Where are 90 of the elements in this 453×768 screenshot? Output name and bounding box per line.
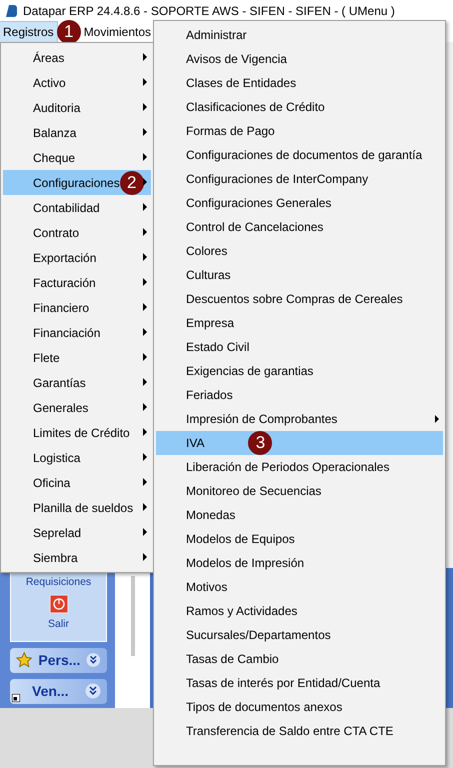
menu-item[interactable]: Exportación: [3, 245, 151, 270]
submenu-arrow-icon: [143, 178, 147, 186]
panel-title: Ven...: [32, 682, 70, 701]
menu-item[interactable]: Culturas: [156, 263, 443, 287]
menu-item[interactable]: Oficina: [3, 470, 151, 495]
power-icon[interactable]: [50, 594, 68, 613]
menu-item[interactable]: Control de Cancelaciones: [156, 215, 443, 239]
menu-item[interactable]: Feriados: [156, 383, 443, 407]
menu-item[interactable]: Modelos de Equipos: [156, 527, 443, 551]
menu-item[interactable]: Modelos de Impresión: [156, 551, 443, 575]
menu-item[interactable]: Monitoreo de Secuencias: [156, 479, 443, 503]
menu-item[interactable]: Seprelad: [3, 520, 151, 545]
menu-item[interactable]: Transferencia de Saldo entre CTA CTE: [156, 719, 443, 743]
submenu-arrow-icon: [143, 353, 147, 361]
menu-item[interactable]: Motivos: [156, 575, 443, 599]
menu-item[interactable]: Planilla de sueldos: [3, 495, 151, 520]
submenu-arrow-icon: [143, 428, 147, 436]
submenu-arrow-icon: [143, 553, 147, 561]
menu-item[interactable]: Exigencias de garantias: [156, 359, 443, 383]
menu-item[interactable]: Tasas de Cambio: [156, 647, 443, 671]
submenu-arrow-icon: [143, 103, 147, 111]
submenu-arrow-icon: [143, 128, 147, 136]
menu-item[interactable]: Financiero: [3, 295, 151, 320]
restore-icon[interactable]: [12, 694, 20, 702]
menu-item[interactable]: Liberación de Periodos Operacionales: [156, 455, 443, 479]
submenu-arrow-icon: [143, 378, 147, 386]
menu-item[interactable]: Descuentos sobre Compras de Cereales: [156, 287, 443, 311]
menu-item[interactable]: Flete: [3, 345, 151, 370]
submenu-arrow-icon: [143, 228, 147, 236]
shortcut-link[interactable]: Salir: [48, 616, 69, 632]
menu-item[interactable]: Áreas: [3, 45, 151, 70]
menu-item[interactable]: Tasas de interés por Entidad/Cuenta: [156, 671, 443, 695]
menu-item[interactable]: Clases de Entidades: [156, 71, 443, 95]
panel-header[interactable]: Pers...: [10, 648, 107, 673]
menu-item[interactable]: Monedas: [156, 503, 443, 527]
submenu-arrow-icon: [143, 453, 147, 461]
menu-item[interactable]: Configuraciones Generales: [156, 191, 443, 215]
step-number-badge: 2: [120, 170, 144, 194]
menu-item[interactable]: Administrar: [156, 23, 443, 47]
submenu-arrow-icon: [143, 253, 147, 261]
submenu-arrow-icon: [143, 528, 147, 536]
menu-item[interactable]: Auditoria: [3, 95, 151, 120]
menu-item[interactable]: Colores: [156, 239, 443, 263]
menu-item[interactable]: Siembra: [3, 545, 151, 570]
panel-title: Pers...: [38, 650, 80, 670]
menu-item[interactable]: Financiación: [3, 320, 151, 345]
menu-item[interactable]: Configuraciones 2: [3, 170, 151, 195]
menu-bar-item[interactable]: Movimientos: [80, 22, 154, 42]
menu-item[interactable]: Formas de Pago: [156, 119, 443, 143]
submenu-arrow-icon: [143, 328, 147, 336]
menu-item[interactable]: Estado Civil: [156, 335, 443, 359]
menu-item[interactable]: Clasificaciones de Crédito: [156, 95, 443, 119]
submenu-arrow-icon: [143, 78, 147, 86]
submenu-arrow-icon: [143, 478, 147, 486]
menu-item[interactable]: Activo: [3, 70, 151, 95]
submenu-arrow-icon: [435, 415, 439, 423]
submenu-arrow-icon: [143, 53, 147, 61]
submenu-arrow-icon: [143, 303, 147, 311]
submenu-arrow-icon: [143, 153, 147, 161]
submenu-arrow-icon: [143, 403, 147, 411]
app-logo: [6, 5, 17, 17]
menu-item[interactable]: Limites de Crédito: [3, 420, 151, 445]
menu-item[interactable]: Balanza: [3, 120, 151, 145]
menu-item[interactable]: IVA 3: [156, 431, 443, 455]
menu-item[interactable]: Facturación: [3, 270, 151, 295]
expand-chevron-icon[interactable]: [85, 683, 101, 700]
shortcut-link[interactable]: Requisiciones: [26, 575, 92, 591]
menu-item[interactable]: Configuraciones de documentos de garantía: [156, 143, 443, 167]
menu-item[interactable]: Avisos de Vigencia: [156, 47, 443, 71]
submenu-arrow-icon: [143, 503, 147, 511]
menu-item[interactable]: Ramos y Actividades: [156, 599, 443, 623]
menu-item[interactable]: Cheque: [3, 145, 151, 170]
expand-chevron-icon[interactable]: [86, 652, 101, 668]
menu-item[interactable]: Logistica: [3, 445, 151, 470]
menu-item[interactable]: Configuraciones de InterCompany: [156, 167, 443, 191]
menu-item[interactable]: Impresión de Comprobantes: [156, 407, 443, 431]
menu-item[interactable]: Contabilidad: [3, 195, 151, 220]
submenu-arrow-icon: [143, 278, 147, 286]
panel-header[interactable]: Ven...: [10, 678, 107, 704]
menu-item[interactable]: Garantías: [3, 370, 151, 395]
star-icon: [16, 651, 32, 670]
menu-item[interactable]: Generales: [3, 395, 151, 420]
window-title: Datapar ERP 24.4.8.6 - SOPORTE AWS - SIFEN - SIFEN - ( UMenu ): [23, 3, 395, 20]
menu-item[interactable]: Sucursales/Departamentos: [156, 623, 443, 647]
menu-item[interactable]: Contrato: [3, 220, 151, 245]
menu-bar-item[interactable]: Registros: [0, 22, 57, 42]
submenu-arrow-icon: [143, 203, 147, 211]
step-number-badge: 3: [248, 431, 272, 455]
menu-item[interactable]: Empresa: [156, 311, 443, 335]
menu-item[interactable]: Tipos de documentos anexos: [156, 695, 443, 719]
